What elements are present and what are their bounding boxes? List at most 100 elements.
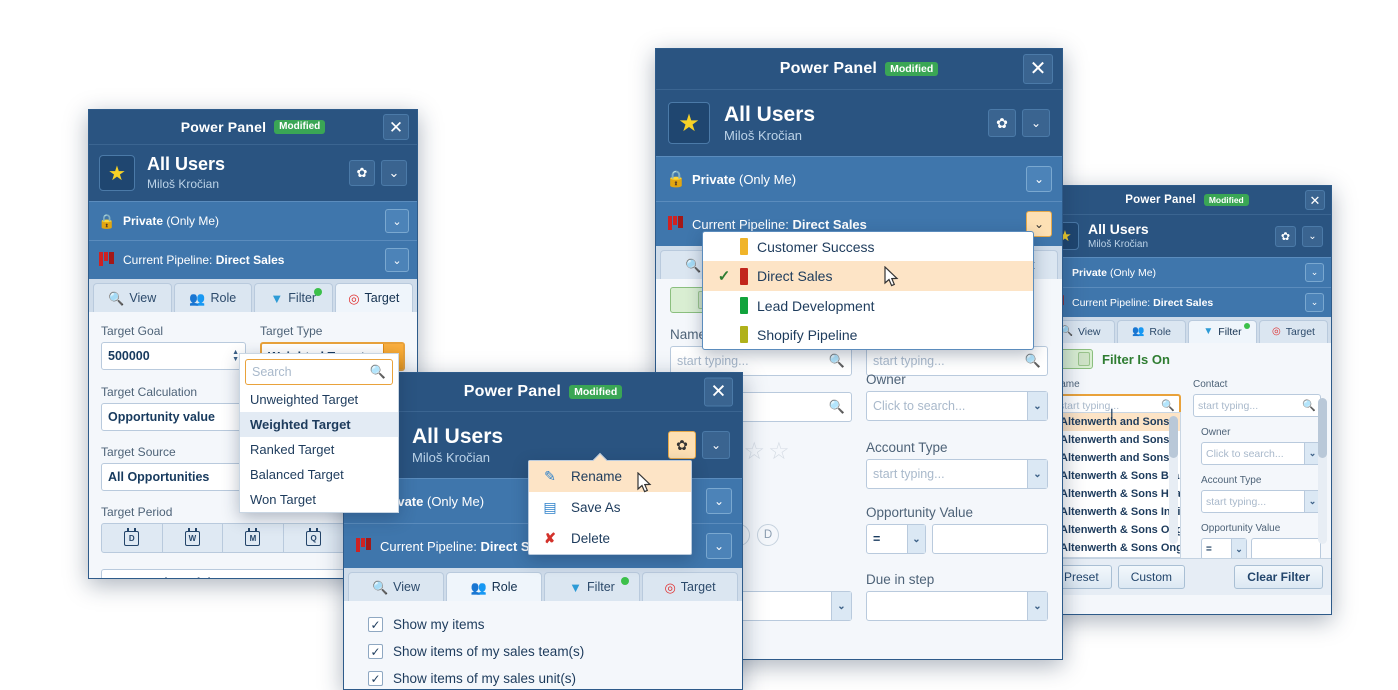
privacy-chevron-down-icon[interactable]: ⌄ xyxy=(1305,263,1324,283)
checkbox-row-show-my-items[interactable]: ✓ Show my items xyxy=(368,617,718,632)
close-icon[interactable]: ✕ xyxy=(704,377,733,407)
clear-filter-button[interactable]: Clear Filter xyxy=(1234,565,1323,589)
chevron-down-icon[interactable]: ⌄ xyxy=(1302,225,1323,247)
gear-icon[interactable]: ✿ xyxy=(1275,225,1296,247)
close-icon[interactable]: ✕ xyxy=(1023,54,1053,84)
period-button-w[interactable]: W xyxy=(163,524,224,552)
panel4-scrollbar[interactable] xyxy=(1318,398,1327,544)
account-type-input[interactable]: start typing... ⌄ xyxy=(866,459,1048,489)
operator-chevron-down-icon[interactable]: ⌄ xyxy=(907,525,925,553)
search-icon[interactable]: 🔍 xyxy=(829,399,845,415)
tab-filter[interactable]: ▼ Filter xyxy=(544,572,640,601)
pipeline-option-customer-success[interactable]: Customer Success xyxy=(703,232,1033,261)
dropdown-option-won[interactable]: Won Target xyxy=(240,487,398,512)
tab-role[interactable]: 👥 Role xyxy=(1117,320,1186,344)
chevron-down-icon[interactable]: ⌄ xyxy=(702,431,730,459)
menu-item-delete[interactable]: ✘ Delete xyxy=(529,523,691,554)
period-button-q[interactable]: Q xyxy=(284,524,345,552)
pipeline-strip[interactable]: Current Pipeline: Direct Sales ⌄ xyxy=(89,240,417,279)
class-option-d[interactable]: D xyxy=(757,524,779,546)
pipeline-option-shopify-pipeline[interactable]: Shopify Pipeline xyxy=(703,320,1033,349)
pipeline-chevron-down-icon[interactable]: ⌄ xyxy=(706,533,732,559)
owner-input[interactable]: Click to search... ⌄ xyxy=(1201,442,1321,466)
target-calculation-select[interactable]: Opportunity value xyxy=(101,403,246,431)
list-item[interactable]: Altenwerth & Sons Initi... xyxy=(1054,503,1180,521)
due-in-step-select[interactable]: ⌄ xyxy=(866,591,1048,621)
tab-view[interactable]: 🔍 View xyxy=(93,283,172,312)
tab-target[interactable]: ◎ Target xyxy=(1259,320,1328,344)
gear-icon[interactable]: ✿ xyxy=(988,109,1016,137)
tab-role[interactable]: 👥 Role xyxy=(446,572,542,601)
list-item[interactable]: Altenwerth and Sons xyxy=(1054,413,1180,431)
tab-filter[interactable]: ▼ Filter xyxy=(1188,320,1257,344)
menu-item-save-as[interactable]: ▤ Save As xyxy=(529,492,691,523)
search-icon[interactable]: 🔍 xyxy=(829,353,845,369)
pipeline-dropdown[interactable]: Customer Success ✓ Direct Sales Lead Dev… xyxy=(702,231,1034,350)
list-item[interactable]: Altenwerth & Sons Ong... xyxy=(1054,539,1180,557)
search-icon[interactable]: 🔍 xyxy=(1302,399,1316,412)
operator-chevron-down-icon[interactable]: ⌄ xyxy=(1231,539,1246,560)
due-in-step-chevron-down-icon[interactable]: ⌄ xyxy=(1027,592,1047,620)
list-item[interactable]: Altenwerth & Sons Ong... xyxy=(1054,521,1180,539)
close-icon[interactable]: ✕ xyxy=(383,114,409,140)
privacy-chevron-down-icon[interactable]: ⌄ xyxy=(706,488,732,514)
suggestions-scrollbar[interactable] xyxy=(1169,416,1178,544)
tab-target[interactable]: ◎ Target xyxy=(642,572,738,601)
pipeline-chevron-down-icon[interactable]: ⌄ xyxy=(385,248,409,272)
checkbox-row-sales-units[interactable]: ✓ Show items of my sales unit(s) xyxy=(368,671,718,686)
checkbox-icon[interactable]: ✓ xyxy=(368,617,383,632)
pipeline-option-direct-sales[interactable]: ✓ Direct Sales xyxy=(703,261,1033,291)
search-icon[interactable]: 🔍 xyxy=(1025,353,1041,369)
close-icon[interactable]: ✕ xyxy=(1305,190,1325,210)
star-icon[interactable]: ☆ xyxy=(744,440,766,464)
dropdown-option-ranked[interactable]: Ranked Target xyxy=(240,437,398,462)
name-suggestions-list[interactable]: Altenwerth and Sons Altenwerth and Sons … xyxy=(1053,412,1181,558)
contact-input[interactable]: start typing... 🔍 xyxy=(1193,394,1321,418)
account-type-input[interactable]: start typing... ⌄ xyxy=(1201,490,1321,514)
account-type-chevron-down-icon[interactable]: ⌄ xyxy=(1027,460,1047,488)
target-type-search-input[interactable]: Search 🔍 xyxy=(245,359,393,385)
pipeline-strip[interactable]: Current Pipeline: Direct Sales ⌄ xyxy=(1043,287,1331,318)
settings-context-menu[interactable]: ✎ Rename ▤ Save As ✘ Delete xyxy=(528,452,692,555)
gear-icon[interactable]: ✿ xyxy=(668,431,696,459)
owner-input[interactable]: Click to search... ⌄ xyxy=(866,391,1048,421)
star-icon[interactable]: ☆ xyxy=(768,440,790,464)
pipeline-option-lead-development[interactable]: Lead Development xyxy=(703,291,1033,320)
tab-filter[interactable]: ▼ Filter xyxy=(254,283,333,312)
target-goal-input[interactable]: 500000 ▲ ▼ xyxy=(101,342,246,370)
tab-target[interactable]: ◎ Target xyxy=(334,283,413,312)
target-source-select[interactable]: All Opportunities xyxy=(101,463,246,491)
privacy-strip[interactable]: 🔒 Private (Only Me) ⌄ xyxy=(89,201,417,240)
star-icon[interactable]: ★ xyxy=(99,155,135,191)
gear-icon[interactable]: ✿ xyxy=(349,160,375,186)
chevron-down-icon[interactable]: ⌄ xyxy=(381,160,407,186)
privacy-strip[interactable]: 🔒 Private (Only Me) ⌄ xyxy=(1043,257,1331,288)
list-item[interactable]: Altenwerth and Sons xyxy=(1054,449,1180,467)
left-extra-chevron-down-icon[interactable]: ⌄ xyxy=(831,592,851,620)
chevron-down-icon[interactable]: ⌄ xyxy=(1022,109,1050,137)
privacy-strip[interactable]: 🔒 Private (Only Me) ⌄ xyxy=(656,156,1062,201)
list-item[interactable]: Altenwerth & Sons Hea... xyxy=(1054,485,1180,503)
opportunity-operator-select[interactable]: = ⌄ xyxy=(866,524,926,554)
target-type-dropdown[interactable]: Search 🔍 Unweighted Target Weighted Targ… xyxy=(239,353,399,513)
custom-button[interactable]: Custom xyxy=(1117,565,1186,589)
checkbox-row-sales-teams[interactable]: ✓ Show items of my sales team(s) xyxy=(368,644,718,659)
dropdown-option-unweighted[interactable]: Unweighted Target xyxy=(240,387,398,412)
dropdown-option-balanced[interactable]: Balanced Target xyxy=(240,462,398,487)
privacy-chevron-down-icon[interactable]: ⌄ xyxy=(385,209,409,233)
spinner-icon[interactable]: ▲ ▼ xyxy=(232,349,239,363)
star-icon[interactable]: ★ xyxy=(668,102,710,144)
dropdown-option-weighted[interactable]: Weighted Target xyxy=(240,412,398,437)
privacy-chevron-down-icon[interactable]: ⌄ xyxy=(1026,166,1052,192)
list-item[interactable]: Altenwerth & Sons Bra... xyxy=(1054,467,1180,485)
search-icon[interactable]: 🔍 xyxy=(1161,399,1175,412)
menu-item-rename[interactable]: ✎ Rename xyxy=(529,461,691,492)
opportunity-value-input[interactable] xyxy=(932,524,1048,554)
checkbox-icon[interactable]: ✓ xyxy=(368,644,383,659)
tab-view[interactable]: 🔍 View xyxy=(348,572,444,601)
period-button-m[interactable]: M xyxy=(223,524,284,552)
list-item[interactable]: Altenwerth and Sons xyxy=(1054,431,1180,449)
tab-role[interactable]: 👥 Role xyxy=(173,283,252,312)
pipeline-chevron-down-icon[interactable]: ⌄ xyxy=(1305,293,1324,313)
period-button-d[interactable]: D xyxy=(102,524,163,552)
